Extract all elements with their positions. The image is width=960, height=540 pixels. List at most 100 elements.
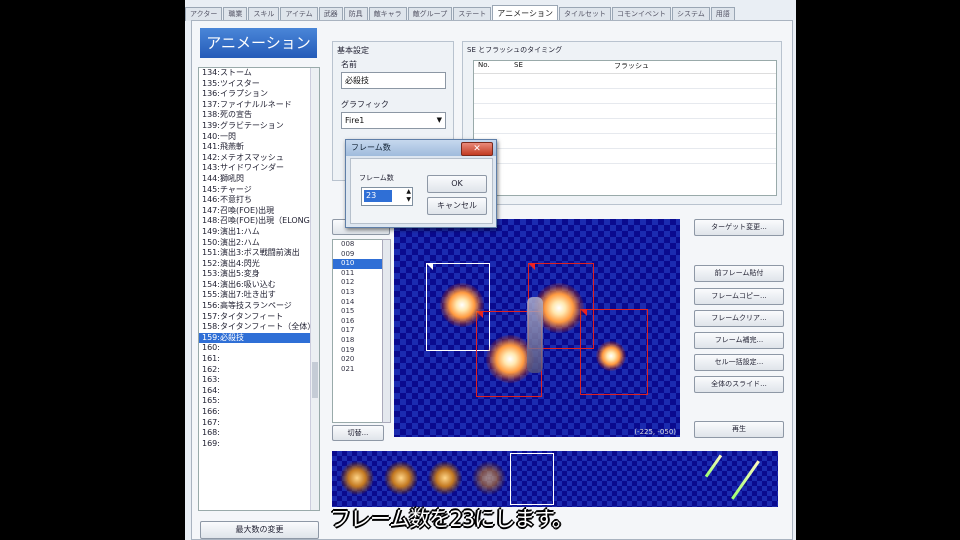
list-item[interactable]: 161: bbox=[199, 354, 319, 365]
stepper-down-icon[interactable]: ▼ bbox=[406, 196, 411, 204]
tab-1[interactable]: 職業 bbox=[223, 7, 248, 21]
pattern-cell[interactable] bbox=[428, 461, 462, 495]
list-scrollbar[interactable] bbox=[310, 68, 319, 510]
close-icon[interactable]: ✕ bbox=[461, 142, 493, 156]
list-item[interactable]: 137:ファイナルルネード bbox=[199, 100, 319, 111]
tab-10[interactable]: タイルセット bbox=[558, 7, 611, 21]
frame-item[interactable]: 018 bbox=[333, 336, 383, 346]
list-item[interactable]: 159:必殺技 bbox=[199, 332, 319, 344]
list-item[interactable]: 168: bbox=[199, 428, 319, 439]
frame-copy-button[interactable]: フレームコピー... bbox=[694, 288, 784, 305]
frame-list[interactable]: 008 009 010 011 012 013 014 015 016 017 018 019 020 0… bbox=[332, 239, 384, 423]
list-item[interactable]: 157:タイタンフィート bbox=[199, 312, 319, 323]
frame-clear-button[interactable]: フレームクリア... bbox=[694, 310, 784, 327]
tab-2[interactable]: スキル bbox=[248, 7, 280, 21]
tab-0[interactable]: アクター bbox=[185, 7, 223, 21]
list-item[interactable]: 140:一閃 bbox=[199, 132, 319, 143]
table-row[interactable] bbox=[474, 74, 776, 89]
list-item[interactable]: 166: bbox=[199, 407, 319, 418]
stepper-up-icon[interactable]: ▲ bbox=[406, 188, 411, 196]
frame-item[interactable]: 019 bbox=[333, 346, 383, 356]
tab-3[interactable]: アイテム bbox=[280, 7, 318, 21]
frame-item[interactable]: 021 bbox=[333, 365, 383, 375]
cell-batch-button[interactable]: セル一括設定... bbox=[694, 354, 784, 371]
list-item[interactable]: 155:演出7:吐き出す bbox=[199, 290, 319, 301]
play-button[interactable]: 再生 bbox=[694, 421, 784, 438]
list-item[interactable]: 163: bbox=[199, 375, 319, 386]
list-item[interactable]: 169: bbox=[199, 439, 319, 450]
tab-11[interactable]: コモンイベント bbox=[611, 7, 671, 21]
table-row[interactable] bbox=[474, 134, 776, 149]
tab-5[interactable]: 防具 bbox=[343, 7, 368, 21]
tab-6[interactable]: 敵キャラ bbox=[368, 7, 407, 21]
graphic-select[interactable]: Fire1 ▼ bbox=[341, 112, 446, 129]
frame-tween-button[interactable]: フレーム補完... bbox=[694, 332, 784, 349]
max-count-button[interactable]: 最大数の変更 bbox=[200, 521, 319, 539]
table-row[interactable] bbox=[474, 149, 776, 164]
cell-pattern-strip[interactable] bbox=[332, 451, 778, 507]
paste-prev-frame-button[interactable]: 前フレーム貼付 bbox=[694, 265, 784, 282]
frame-list-scrollbar[interactable] bbox=[382, 239, 391, 423]
list-item[interactable]: 164: bbox=[199, 386, 319, 397]
tab-12[interactable]: システム bbox=[671, 7, 710, 21]
name-field[interactable]: 必殺技 bbox=[341, 72, 446, 89]
frame-item[interactable]: 015 bbox=[333, 307, 383, 317]
list-scroll-thumb[interactable] bbox=[312, 362, 318, 398]
list-item[interactable]: 141:飛燕斬 bbox=[199, 142, 319, 153]
frame-item[interactable]: 020 bbox=[333, 355, 383, 365]
list-item[interactable]: 165: bbox=[199, 396, 319, 407]
frame-count-value[interactable]: 23 bbox=[364, 190, 392, 202]
list-item[interactable]: 160: bbox=[199, 343, 319, 354]
slide-all-button[interactable]: 全体のスライド... bbox=[694, 376, 784, 393]
list-item[interactable]: 152:演出4:閃光 bbox=[199, 259, 319, 270]
frame-item[interactable]: 014 bbox=[333, 298, 383, 308]
animation-list[interactable]: 134:ストーム 135:ツイスター 136:イラプション 137:ファイナルルネード… bbox=[198, 67, 320, 511]
frame-count-stepper[interactable]: 23 ▲ ▼ bbox=[361, 187, 413, 206]
pattern-cell[interactable] bbox=[472, 461, 506, 495]
list-item[interactable]: 147:召喚(FOE)出現 bbox=[199, 206, 319, 217]
pattern-cell[interactable] bbox=[384, 461, 418, 495]
list-item[interactable]: 149:演出1:ハム bbox=[199, 227, 319, 238]
tab-7[interactable]: 敵グループ bbox=[407, 7, 453, 21]
table-row[interactable] bbox=[474, 89, 776, 104]
target-change-button[interactable]: ターゲット変更... bbox=[694, 219, 784, 236]
list-item[interactable]: 142:メテオスマッシュ bbox=[199, 153, 319, 164]
list-item[interactable]: 135:ツイスター bbox=[199, 79, 319, 90]
tab-8[interactable]: ステート bbox=[453, 7, 492, 21]
list-item[interactable]: 156:高等技スランページ bbox=[199, 301, 319, 312]
list-item[interactable]: 145:チャージ bbox=[199, 185, 319, 196]
slash-cell[interactable] bbox=[704, 454, 723, 478]
cancel-button[interactable]: キャンセル bbox=[427, 197, 487, 215]
frame-item[interactable]: 011 bbox=[333, 269, 383, 279]
frame-item[interactable]: 016 bbox=[333, 317, 383, 327]
pattern-cell[interactable] bbox=[340, 461, 374, 495]
list-item[interactable]: 138:死の宣告 bbox=[199, 110, 319, 121]
frame-item[interactable]: 008 bbox=[333, 240, 383, 250]
tab-4[interactable]: 武器 bbox=[318, 7, 343, 21]
frame-item[interactable]: 017 bbox=[333, 326, 383, 336]
list-item[interactable]: 150:演出2:ハム bbox=[199, 238, 319, 249]
list-item[interactable]: 162: bbox=[199, 365, 319, 376]
list-item[interactable]: 146:不意打ち bbox=[199, 195, 319, 206]
list-item[interactable]: 151:演出3:ボス戦闘前演出 bbox=[199, 248, 319, 259]
frame-item[interactable]: 013 bbox=[333, 288, 383, 298]
slash-cell[interactable] bbox=[731, 460, 760, 500]
list-item[interactable]: 154:演出6:吸い込む bbox=[199, 280, 319, 291]
table-row[interactable] bbox=[474, 119, 776, 134]
list-item[interactable]: 144:獅吼閃 bbox=[199, 174, 319, 185]
frame-change-button[interactable]: 切替... bbox=[332, 425, 384, 441]
se-flash-table[interactable]: No. SE フラッシュ bbox=[473, 60, 777, 196]
list-item[interactable]: 139:グラビテーション bbox=[199, 121, 319, 132]
pattern-selection-frame[interactable] bbox=[510, 453, 554, 505]
frame-item[interactable]: 009 bbox=[333, 250, 383, 260]
list-item[interactable]: 148:召喚(FOE)出現（ELONG） bbox=[199, 216, 319, 227]
list-item[interactable]: 136:イラプション bbox=[199, 89, 319, 100]
animation-canvas[interactable]: (-225, -050) bbox=[394, 219, 680, 437]
frame-item[interactable]: 010 bbox=[333, 259, 383, 269]
tab-13[interactable]: 用語 bbox=[710, 7, 735, 21]
table-row[interactable] bbox=[474, 104, 776, 119]
list-item[interactable]: 143:サイドワインダー bbox=[199, 163, 319, 174]
list-item[interactable]: 153:演出5:変身 bbox=[199, 269, 319, 280]
list-item[interactable]: 167: bbox=[199, 418, 319, 429]
ok-button[interactable]: OK bbox=[427, 175, 487, 193]
